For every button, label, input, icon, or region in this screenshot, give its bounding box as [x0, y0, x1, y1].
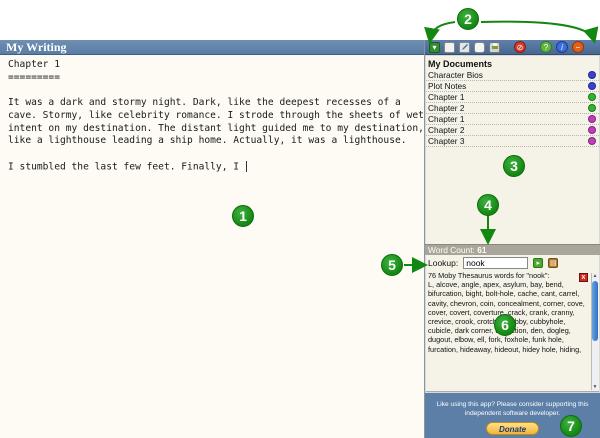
callout-2: 2: [457, 8, 479, 30]
toolbar: ▾ ⊘ ? i −: [425, 40, 600, 55]
word-count-bar: Word Count: 61: [425, 244, 600, 255]
save-icon[interactable]: ▾: [429, 41, 440, 53]
text-cursor: [245, 160, 247, 172]
document-color-dot: [588, 93, 596, 101]
document-label: Plot Notes: [428, 81, 467, 91]
document-label: Chapter 1: [428, 92, 465, 102]
results-scrollbar[interactable]: ▲ ▼: [591, 273, 598, 390]
document-item[interactable]: Plot Notes: [426, 81, 599, 92]
dictionary-icon[interactable]: ▤: [548, 258, 559, 268]
document-label: Chapter 3: [428, 136, 465, 146]
remove-icon[interactable]: −: [572, 41, 584, 53]
callout-1: 1: [232, 205, 254, 227]
editor-title: My Writing: [0, 40, 424, 55]
scroll-up-icon[interactable]: ▲: [592, 273, 598, 279]
lookup-go-icon[interactable]: ▸: [533, 258, 544, 268]
document-label: Character Bios: [428, 70, 483, 80]
editor-textarea[interactable]: Chapter 1 ========= It was a dark and st…: [0, 55, 430, 438]
lookup-row: Lookup: ▸ ▤: [426, 255, 599, 271]
toolbar-bracket-left: [424, 21, 456, 44]
document-color-dot: [588, 71, 596, 79]
toolbar-bracket-right: [480, 20, 599, 44]
callout-4: 4: [477, 194, 499, 216]
callout-5: 5: [381, 254, 403, 276]
lookup-input[interactable]: [463, 257, 529, 269]
document-item[interactable]: Chapter 3: [426, 136, 599, 147]
document-label: Chapter 1: [428, 114, 465, 124]
comment-icon[interactable]: [474, 41, 485, 53]
info-icon[interactable]: i: [556, 41, 568, 53]
document-item[interactable]: Chapter 1: [426, 92, 599, 103]
document-item[interactable]: Character Bios: [426, 70, 599, 81]
document-item[interactable]: Chapter 2: [426, 103, 599, 114]
editor-pane: My Writing Chapter 1 ========= It was a …: [0, 40, 430, 438]
scroll-down-icon[interactable]: ▼: [592, 384, 598, 390]
documents-panel: My Documents Character Bios Plot Notes C…: [426, 56, 599, 244]
document-color-dot: [588, 104, 596, 112]
document-color-dot: [588, 115, 596, 123]
new-document-icon[interactable]: [444, 41, 455, 53]
edit-icon[interactable]: [459, 41, 470, 53]
donate-button[interactable]: Donate: [485, 422, 540, 435]
help-icon[interactable]: ?: [540, 41, 552, 53]
callout-7: 7: [560, 415, 582, 437]
lookup-results-header: 76 Moby Thesaurus words for "nook":: [428, 271, 550, 280]
documents-title: My Documents: [428, 59, 493, 69]
document-label: Chapter 2: [428, 103, 465, 113]
lookup-label: Lookup:: [428, 258, 459, 268]
document-color-dot: [588, 82, 596, 90]
scrollbar-thumb[interactable]: [592, 281, 598, 341]
document-color-dot: [588, 126, 596, 134]
word-count-label: Word Count:: [428, 245, 475, 255]
support-message: Like using this app? Please consider sup…: [436, 401, 589, 417]
document-color-dot: [588, 137, 596, 145]
document-item[interactable]: Chapter 1: [426, 114, 599, 125]
sidebar: ▾ ⊘ ? i − My Documents Character Bios Pl…: [425, 40, 600, 438]
editor-text[interactable]: Chapter 1 ========= It was a dark and st…: [8, 59, 430, 172]
document-item[interactable]: Chapter 2: [426, 125, 599, 136]
callout-3: 3: [503, 155, 525, 177]
stop-icon[interactable]: ⊘: [514, 41, 526, 53]
word-count-value: 61: [477, 245, 487, 255]
document-label: Chapter 2: [428, 125, 465, 135]
print-icon[interactable]: [489, 41, 500, 53]
callout-6: 6: [494, 314, 516, 336]
